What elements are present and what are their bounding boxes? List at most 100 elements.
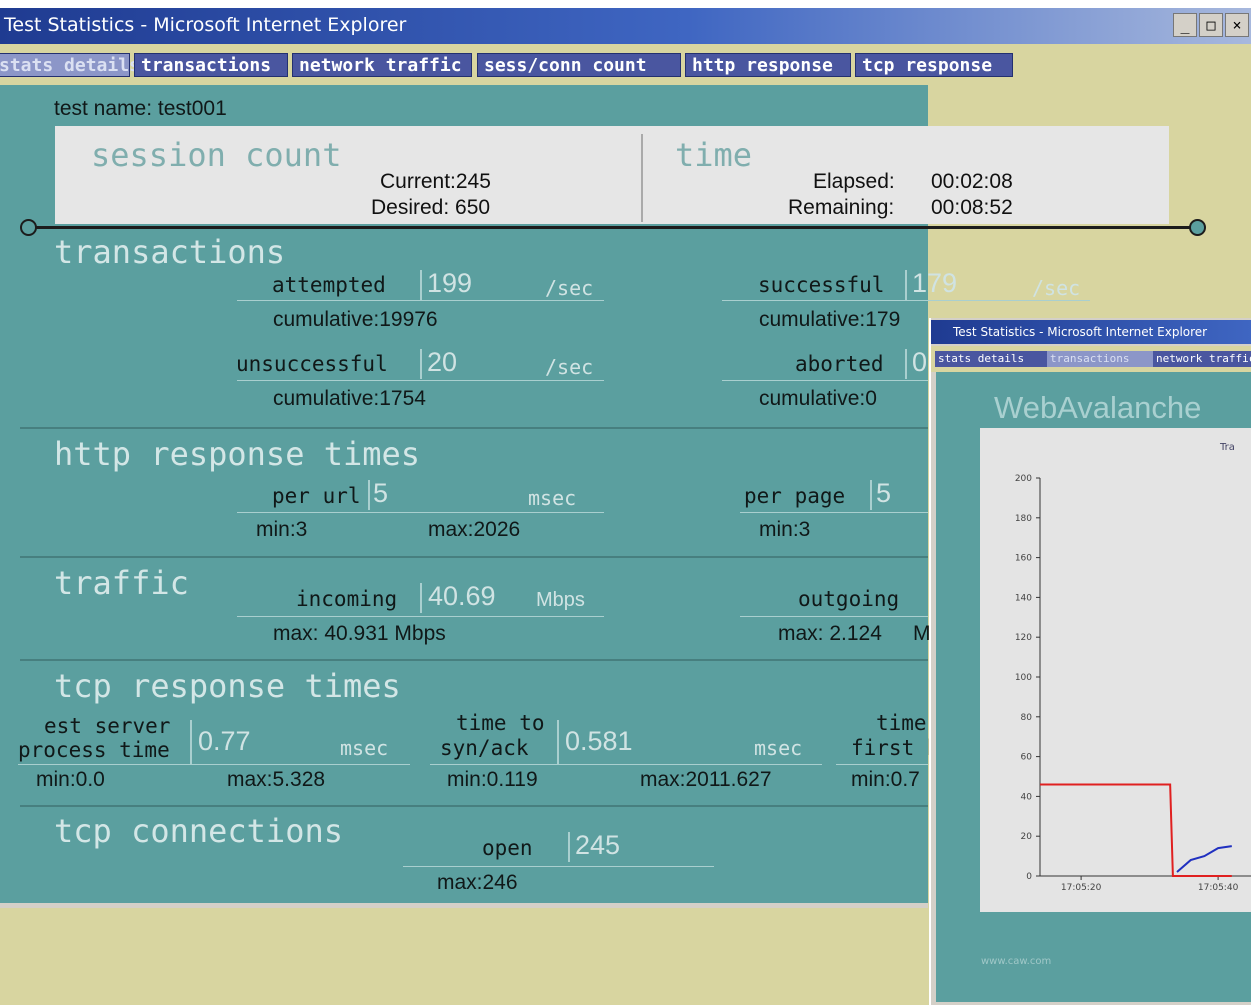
outgoing-underline [740,616,928,617]
tab-network-traffic[interactable]: network traffic [292,53,472,77]
per-url-value: 5 [373,478,389,508]
est-underline [18,764,410,765]
chart-y-tick-label: 160 [1015,554,1032,564]
summary-slider-track [30,226,1193,229]
attempted-label: attempted [272,273,386,297]
per-page-value: 5 [876,478,892,508]
window-titlebar: Test Statistics - Microsoft Internet Exp… [0,8,1251,44]
attempted-sep [420,270,422,300]
per-url-max: max:2026 [428,518,521,541]
aborted-underline [722,380,928,381]
successful-cumulative: cumulative:179 [759,308,901,331]
chart-series-line-0 [1040,783,1232,877]
popup-titlebar: Test Statistics - Microsoft Internet Exp… [931,320,1251,344]
attempted-underline [237,300,604,301]
popup-tab-stats-details[interactable]: stats details [935,351,1047,367]
session-current: Current:245 [380,170,491,193]
per-url-label: per url [272,484,361,508]
minimize-button[interactable]: _ [1173,13,1197,37]
chart-y-tick-label: 200 [1015,474,1032,484]
http-title: http response times [54,435,421,473]
attempted-unit: /sec [545,276,594,300]
outgoing-unit: M [913,622,931,645]
syn-value: 0.581 [565,726,633,756]
est-label-2: process time [18,738,170,762]
open-value: 245 [575,830,621,860]
screen-top-strip [0,0,1251,8]
per-page-sep [870,480,872,510]
chart-y-tick-label: 60 [1021,753,1033,763]
panel-bottom-edge [0,903,928,908]
chart-y-tick-label: 120 [1015,633,1032,643]
maximize-button[interactable]: □ [1199,13,1223,37]
per-url-unit: msec [528,486,577,510]
elapsed-value: 00:02:08 [931,170,1013,193]
first-min: min:0.7 [851,768,920,791]
popup-body: WebAvalanche 0 20 40 60 80 100 120 140 160 180 200… [936,372,1251,1002]
popup-tab-bar: stats details transactions network traff… [931,346,1251,372]
chart-y-tick-label: 80 [1021,713,1033,723]
chart-y-tick-label: 40 [1021,792,1033,802]
successful-unit: /sec [1032,276,1081,300]
aborted-value: 0 [912,347,928,377]
incoming-sep [420,583,422,613]
outgoing-max: max: 2.124 [778,622,882,645]
popup-tab-transactions[interactable]: transactions [1047,351,1153,367]
tab-transactions[interactable]: transactions [134,53,288,77]
unsuccessful-value: 20 [427,347,458,377]
session-desired: Desired: 650 [371,196,491,219]
aborted-label: aborted [795,352,884,376]
popup-title: Test Statistics - Microsoft Internet Exp… [953,325,1208,339]
window-controls: _ □ × [1173,13,1249,37]
est-max: max:5.328 [227,768,326,791]
open-max: max:246 [437,871,518,894]
per-url-underline [237,512,604,513]
chart-y-tick-label: 0 [1026,872,1032,882]
est-min: min:0.0 [36,768,105,791]
chart-y-tick-label: 180 [1015,514,1032,524]
transactions-chart: 0 20 40 60 80 100 120 140 160 180 200 17:05:20 17:05… [1015,442,1251,893]
unsuccessful-sep [420,349,422,379]
tcp-connections-title: tcp connections [54,812,343,850]
outgoing-label: outgoing [798,587,900,611]
chart-x-tick-label: 17:05:40 [1198,883,1239,893]
incoming-underline [237,616,604,617]
successful-sep [905,270,907,300]
syn-label-1: time to [456,711,545,735]
close-button[interactable]: × [1225,13,1249,37]
chart-x-tick-label: 17:05:20 [1061,883,1102,893]
slider-right-handle[interactable] [1189,219,1206,236]
first-underline [836,764,928,765]
est-unit: msec [340,736,389,760]
tcp-response-title: tcp response times [54,667,401,705]
tab-sess-conn-count[interactable]: sess/conn count [477,53,681,77]
summary-box: session count Current:245 Desired: 650 t… [55,126,1169,224]
chart-y-tick-label: 140 [1015,593,1032,603]
slider-left-handle[interactable] [20,219,37,236]
chart-series-line-1 [1176,845,1232,873]
first-label-1: time [876,711,927,735]
incoming-max: max: 40.931 Mbps [273,622,446,645]
syn-min: min:0.119 [447,768,538,791]
per-url-min: min:3 [256,518,308,541]
first-label-2: first b [851,736,940,760]
est-sep [190,720,192,764]
test-name: test name: test001 [54,97,227,120]
open-sep [568,832,570,862]
per-page-underline [740,512,928,513]
window-title: Test Statistics - Microsoft Internet Exp… [4,14,407,36]
unsuccessful-label: unsuccessful [236,352,388,376]
tab-tcp-response[interactable]: tcp response [855,53,1013,77]
open-underline [403,866,714,867]
successful-underline [722,300,1090,301]
remaining-label: Remaining: [788,196,895,219]
popup-tab-network-traffic[interactable]: network traffic [1153,351,1251,367]
tab-http-response[interactable]: http response [685,53,851,77]
aborted-cumulative: cumulative:0 [759,387,877,410]
tab-stats-details[interactable]: stats details [0,53,140,77]
summary-divider [641,134,643,222]
session-count-title: session count [91,136,342,174]
syn-underline [430,764,822,765]
separator-3 [20,659,928,661]
chart-label: Tra [1219,442,1235,453]
